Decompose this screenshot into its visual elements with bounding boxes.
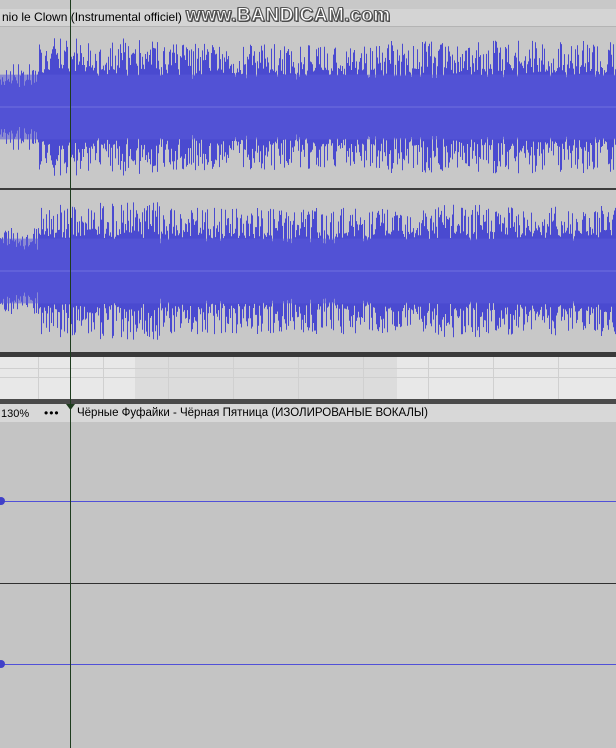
empty-track-lane[interactable] bbox=[0, 357, 616, 399]
watermark: www.BANDICAM.com bbox=[186, 5, 391, 27]
channel-divider bbox=[0, 583, 616, 584]
clip-header[interactable]: 130% ••• Чёрные Фуфайки - Чёрная Пятница… bbox=[0, 404, 616, 422]
clip-title: Чёрные Фуфайки - Чёрная Пятница (ИЗОЛИРО… bbox=[77, 407, 428, 419]
waveform-channel-left[interactable] bbox=[0, 501, 616, 502]
envelope-handle[interactable] bbox=[0, 497, 5, 505]
playback-cursor[interactable] bbox=[70, 0, 71, 748]
track-menu-button[interactable]: ••• bbox=[44, 406, 60, 420]
selection-shade bbox=[135, 357, 397, 399]
waveform-channel-left[interactable] bbox=[0, 26, 616, 188]
waveform-channel-right[interactable] bbox=[0, 190, 616, 352]
cursor-marker-icon bbox=[66, 404, 75, 410]
envelope-handle[interactable] bbox=[0, 660, 5, 668]
waveform-channel-right[interactable] bbox=[0, 664, 616, 665]
clip-title: nio le Clown (Instrumental officiel) bbox=[2, 10, 182, 24]
audio-track-vocals[interactable]: 130% ••• Чёрные Фуфайки - Чёрная Пятница… bbox=[0, 404, 616, 748]
audio-track-instrumental[interactable]: nio le Clown (Instrumental officiel) bbox=[0, 0, 616, 357]
zoom-label: 130% bbox=[1, 408, 30, 420]
